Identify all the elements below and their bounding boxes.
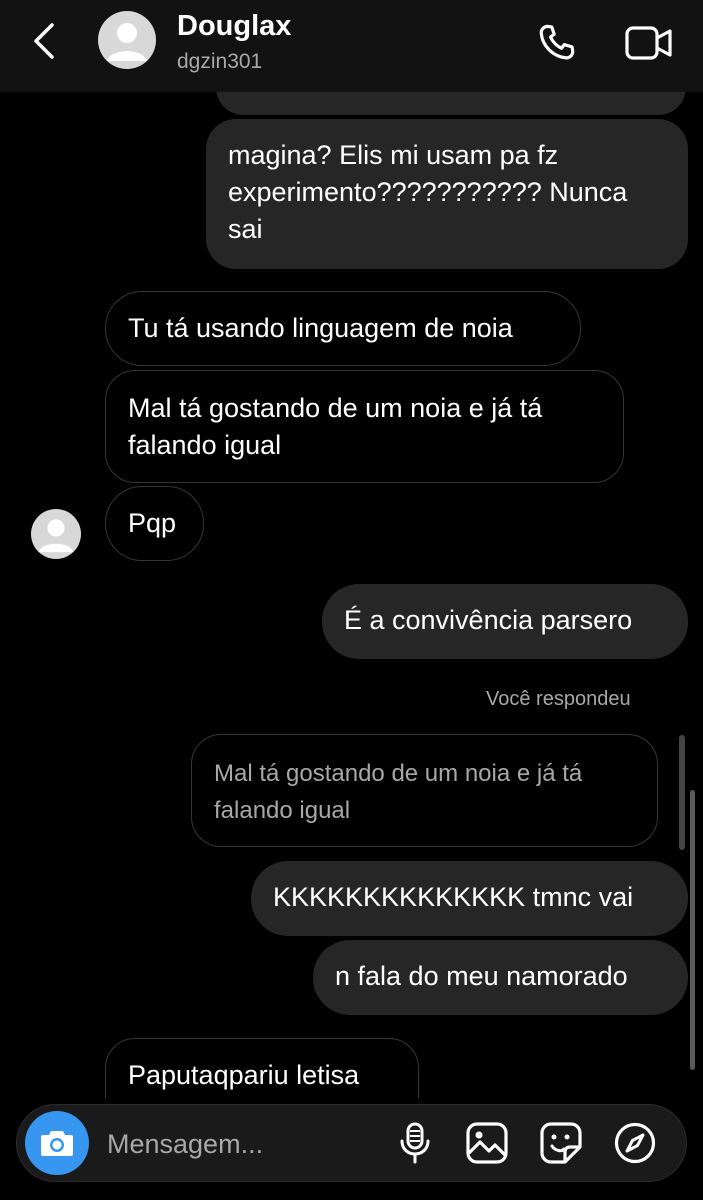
gallery-button[interactable] (461, 1117, 513, 1169)
message-bubble-incoming[interactable]: Mal tá gostando de um noia e já tá falan… (105, 370, 624, 483)
video-call-button[interactable] (622, 18, 676, 68)
message-composer (16, 1104, 687, 1182)
back-button[interactable] (22, 18, 68, 64)
quoted-message[interactable]: Mal tá gostando de um noia e já tá falan… (191, 734, 658, 847)
message-bubble-outgoing[interactable]: É a convivência parsero (322, 584, 688, 659)
contact-avatar[interactable] (98, 11, 156, 69)
reply-indicator: Você respondeu (486, 688, 631, 710)
image-icon (466, 1122, 508, 1164)
camera-icon (41, 1131, 73, 1156)
default-avatar-icon (107, 23, 147, 61)
compass-icon (614, 1122, 656, 1164)
camera-button[interactable] (25, 1111, 89, 1175)
phone-icon (539, 24, 575, 60)
video-camera-icon (625, 26, 672, 60)
message-bubble-outgoing[interactable]: magina? Elis mi usam pa fz experimento??… (206, 119, 688, 269)
sticker-button[interactable] (535, 1117, 587, 1169)
message-bubble-outgoing[interactable]: KKKKKKKKKKKKKK tmnc vai (251, 861, 688, 936)
sticker-icon (540, 1122, 582, 1164)
explore-button[interactable] (609, 1117, 661, 1169)
contact-name[interactable]: Douglax (177, 10, 291, 43)
sender-avatar[interactable] (31, 509, 81, 559)
message-bubble-incoming[interactable]: Pqp (105, 486, 204, 561)
chat-header: Douglax dgzin301 (0, 0, 703, 92)
chevron-left-icon (34, 23, 54, 59)
scrollbar[interactable] (690, 790, 695, 1070)
message-input[interactable] (105, 1123, 379, 1165)
microphone-icon (400, 1122, 430, 1164)
contact-username[interactable]: dgzin301 (177, 50, 262, 74)
reply-divider (679, 735, 685, 850)
voice-message-button[interactable] (389, 1117, 441, 1169)
message-bubble-outgoing[interactable]: n fala do meu namorado (313, 940, 688, 1015)
default-avatar-icon (38, 519, 74, 553)
message-bubble-incoming[interactable]: Tu tá usando linguagem de noia (105, 291, 581, 366)
voice-call-button[interactable] (532, 18, 582, 68)
